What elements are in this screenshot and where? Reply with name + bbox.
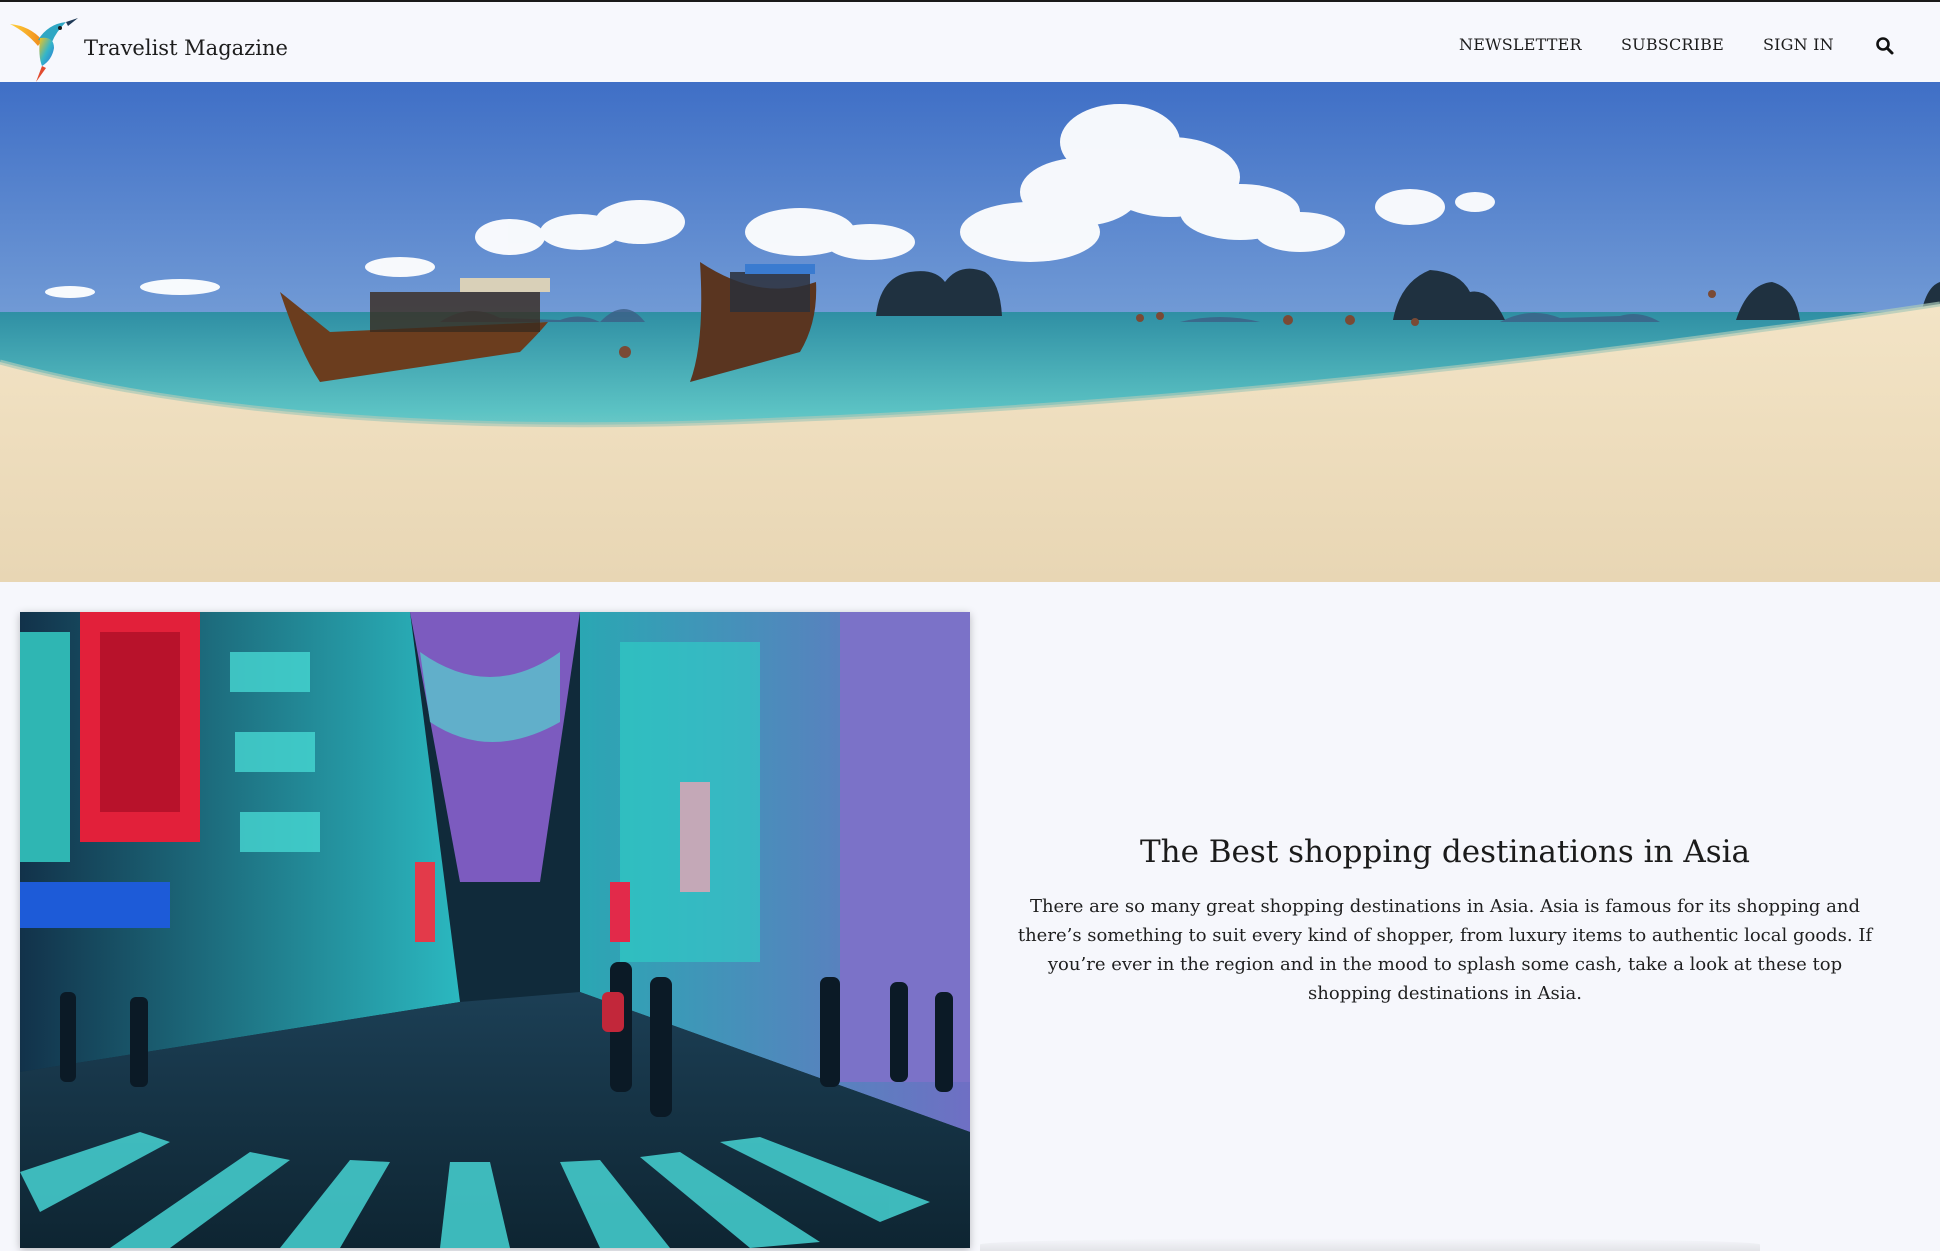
hummingbird-logo-icon[interactable]	[8, 10, 80, 84]
site-brand[interactable]: Travelist Magazine	[84, 36, 288, 60]
card-shadow	[980, 1238, 1760, 1251]
feature-text-block: The Best shopping destinations in Asia T…	[1010, 830, 1880, 1008]
nav-sign-in[interactable]: SIGN IN	[1763, 35, 1834, 54]
hero-image	[0, 82, 1940, 582]
site-header: Travelist Magazine NEWSLETTER SUBSCRIBE …	[0, 2, 1940, 82]
neon-street-photo	[20, 612, 970, 1248]
feature-image[interactable]	[20, 612, 970, 1248]
beach-photo	[0, 82, 1940, 582]
feature-title[interactable]: The Best shopping destinations in Asia	[1010, 830, 1880, 874]
nav-newsletter[interactable]: NEWSLETTER	[1459, 35, 1582, 54]
search-icon	[1876, 37, 1894, 55]
nav-subscribe[interactable]: SUBSCRIBE	[1621, 35, 1724, 54]
feature-description: There are so many great shopping destina…	[1017, 896, 1873, 1004]
search-button[interactable]	[1873, 34, 1897, 58]
